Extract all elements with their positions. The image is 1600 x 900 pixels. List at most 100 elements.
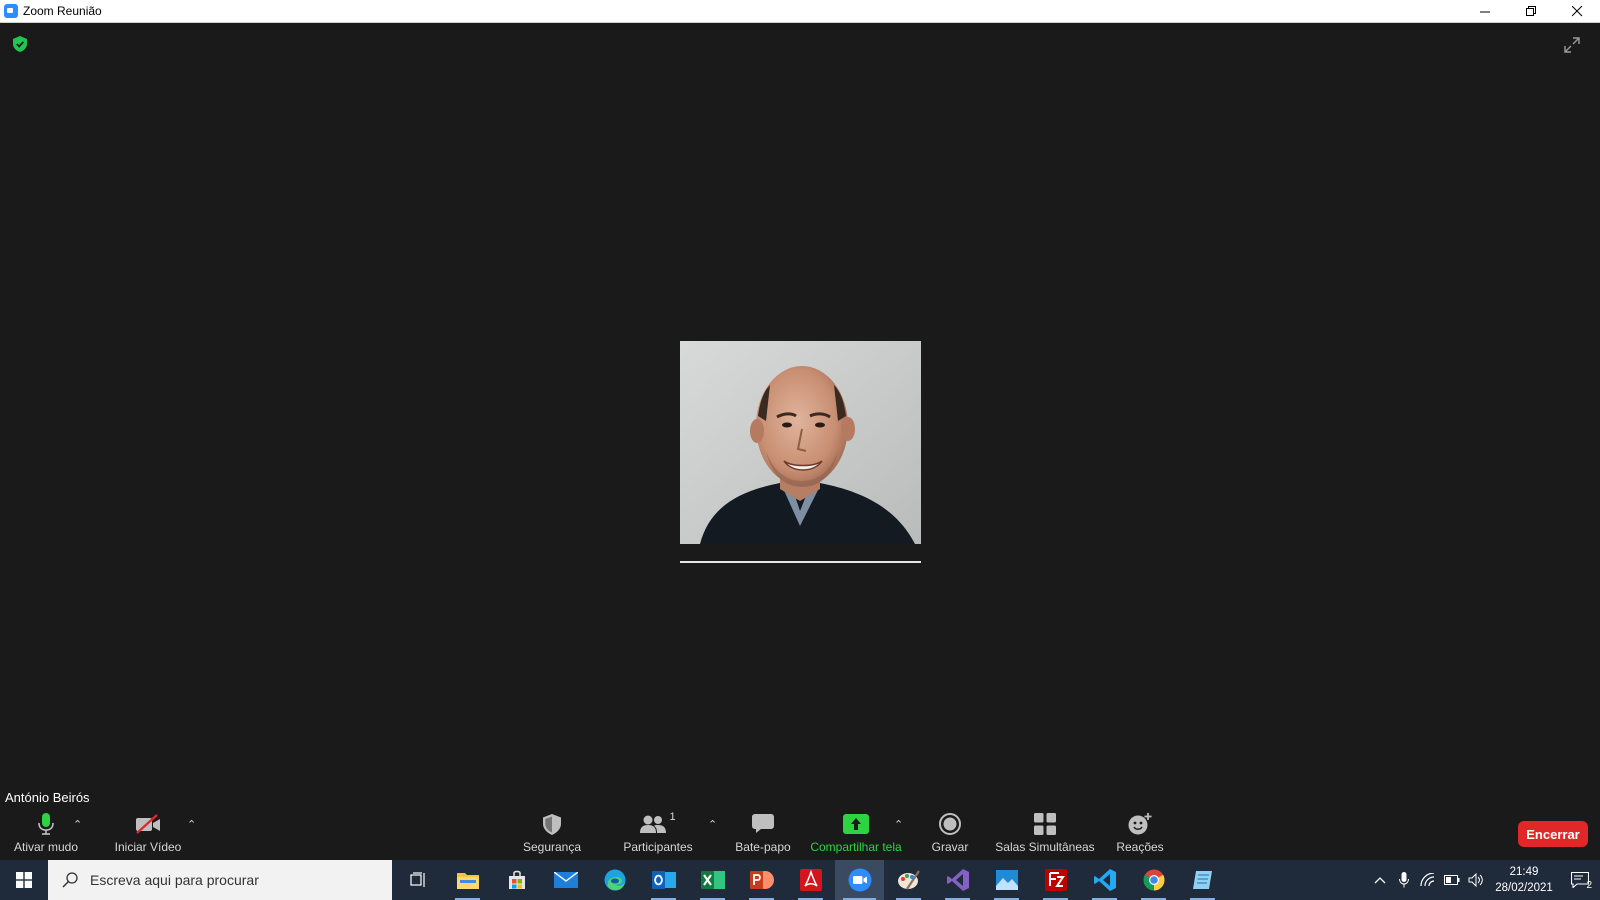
participant-tile-underline <box>680 561 921 563</box>
mail-icon <box>553 872 578 888</box>
participants-options-caret[interactable]: ⌃ <box>708 818 717 831</box>
taskbar-photos[interactable] <box>982 860 1031 900</box>
vscode-icon <box>1093 869 1116 891</box>
reactions-icon <box>1128 813 1152 835</box>
edge-icon <box>604 869 625 891</box>
restore-button[interactable] <box>1508 0 1554 23</box>
start-video-label: Iniciar Vídeo <box>114 840 182 854</box>
taskbar-clock[interactable]: 21:49 28/02/2021 <box>1488 864 1560 896</box>
meeting-area: António Beirós <box>0 23 1600 809</box>
microphone-icon <box>38 813 54 835</box>
share-options-caret[interactable]: ⌃ <box>894 818 903 831</box>
paint-icon <box>897 870 920 890</box>
close-button[interactable] <box>1554 0 1600 23</box>
taskbar-outlook[interactable] <box>639 860 688 900</box>
window-title: Zoom Reunião <box>23 4 102 18</box>
search-placeholder: Escreva aqui para procurar <box>90 872 259 888</box>
taskbar-store[interactable] <box>492 860 541 900</box>
record-label: Gravar <box>931 840 969 854</box>
wifi-icon <box>1420 873 1435 887</box>
windows-logo-icon <box>16 872 32 888</box>
chat-label: Bate-papo <box>735 840 791 854</box>
action-center-button[interactable]: 2 <box>1560 860 1600 900</box>
minimize-button[interactable] <box>1462 0 1508 23</box>
window-titlebar: Zoom Reunião <box>0 0 1600 23</box>
share-screen-button[interactable]: Compartilhar tela <box>808 808 904 860</box>
taskbar-zoom[interactable] <box>835 860 884 900</box>
security-label: Segurança <box>522 840 582 854</box>
close-icon <box>1571 6 1582 17</box>
share-screen-label: Compartilhar tela <box>810 840 902 854</box>
taskbar-visual-studio[interactable] <box>933 860 982 900</box>
taskbar-search-box[interactable]: Escreva aqui para procurar <box>48 860 392 900</box>
meeting-toolbar: Ativar mudo ⌃ Iniciar Vídeo ⌃ Segurança <box>0 808 1600 860</box>
reactions-button[interactable]: Reações <box>1110 808 1170 860</box>
excel-icon <box>700 871 725 889</box>
shield-check-icon[interactable] <box>13 36 27 52</box>
notification-count: 2 <box>1586 880 1592 891</box>
taskbar-paint[interactable] <box>884 860 933 900</box>
restore-icon <box>1525 6 1536 16</box>
video-off-icon <box>136 814 160 834</box>
taskbar-powerpoint[interactable] <box>737 860 786 900</box>
breakout-rooms-label: Salas Simultâneas <box>995 840 1095 854</box>
powerpoint-icon <box>749 871 774 889</box>
microphone-tray-icon <box>1399 872 1409 888</box>
expand-icon[interactable] <box>1564 37 1580 53</box>
security-button[interactable]: Segurança <box>520 808 584 860</box>
breakout-rooms-button[interactable]: Salas Simultâneas <box>994 808 1096 860</box>
record-icon <box>939 813 961 835</box>
record-button[interactable]: Gravar <box>922 808 978 860</box>
taskbar-mail[interactable] <box>541 860 590 900</box>
system-tray: 21:49 28/02/2021 2 <box>1368 860 1600 900</box>
participants-label: Participantes <box>623 840 693 854</box>
start-button[interactable] <box>0 860 48 900</box>
minimize-icon <box>1479 11 1490 13</box>
search-icon <box>62 872 78 888</box>
window-controls <box>1462 0 1600 23</box>
video-options-caret[interactable]: ⌃ <box>187 818 196 831</box>
participants-count: 1 <box>669 811 676 823</box>
chrome-icon <box>1143 869 1164 891</box>
taskbar-vscode[interactable] <box>1080 860 1129 900</box>
share-screen-icon <box>843 814 869 834</box>
chevron-up-icon <box>1374 877 1386 884</box>
breakout-rooms-icon <box>1034 813 1056 835</box>
participant-video-tile[interactable] <box>680 341 921 544</box>
taskbar-filezilla[interactable] <box>1031 860 1080 900</box>
chat-button[interactable]: Bate-papo <box>730 808 796 860</box>
zoom-icon <box>848 868 871 892</box>
show-hidden-icons-button[interactable] <box>1368 860 1392 900</box>
participants-button[interactable]: 1 Participantes <box>622 808 694 860</box>
zoom-app-icon <box>4 4 18 18</box>
mute-label: Ativar mudo <box>13 840 79 854</box>
taskbar-edge[interactable] <box>590 860 639 900</box>
notepad-icon <box>1192 871 1212 889</box>
clock-time: 21:49 <box>1509 866 1539 878</box>
end-meeting-button[interactable]: Encerrar <box>1518 821 1588 847</box>
participant-name-label: António Beirós <box>0 787 95 809</box>
tray-volume[interactable] <box>1464 860 1488 900</box>
filezilla-icon <box>1044 869 1067 891</box>
battery-icon <box>1444 875 1460 885</box>
speaker-icon <box>1468 873 1483 887</box>
audio-options-caret[interactable]: ⌃ <box>73 818 82 831</box>
taskbar-acrobat[interactable] <box>786 860 835 900</box>
tray-microphone[interactable] <box>1392 860 1416 900</box>
tray-battery[interactable] <box>1440 860 1464 900</box>
task-view-icon <box>409 872 425 887</box>
photos-icon <box>995 870 1018 890</box>
start-video-button[interactable]: Iniciar Vídeo <box>108 808 188 860</box>
taskbar-chrome[interactable] <box>1129 860 1178 900</box>
acrobat-icon <box>799 869 822 891</box>
taskbar-file-explorer[interactable] <box>443 860 492 900</box>
task-view-button[interactable] <box>394 860 443 900</box>
taskbar-notepad[interactable] <box>1178 860 1227 900</box>
participant-avatar <box>680 341 921 544</box>
mute-button[interactable]: Ativar mudo <box>10 808 82 860</box>
taskbar-excel[interactable] <box>688 860 737 900</box>
tray-network[interactable] <box>1416 860 1440 900</box>
outlook-icon <box>651 871 676 889</box>
reactions-label: Reações <box>1116 840 1164 854</box>
participants-icon <box>640 815 667 833</box>
